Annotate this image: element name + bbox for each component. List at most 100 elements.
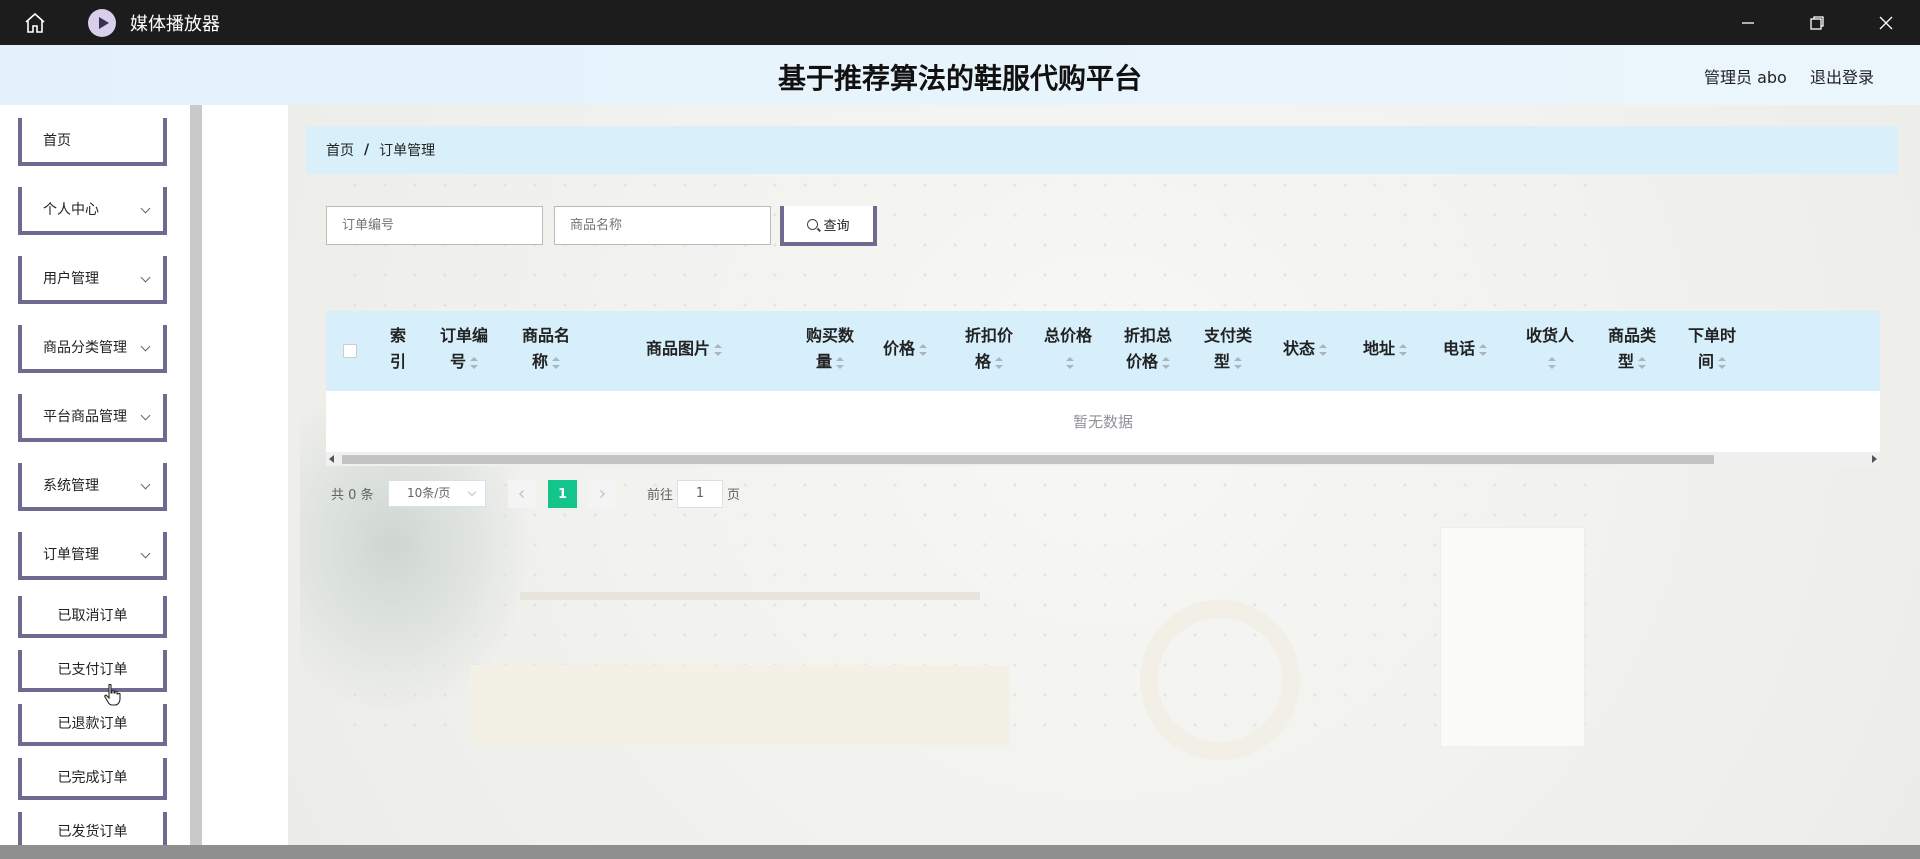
sidebar-subitem-cancelled-orders[interactable]: 已取消订单 [18,596,167,638]
column-header-address[interactable]: 地址 [1358,336,1412,362]
sort-icon[interactable] [1162,356,1170,369]
search-button-label: 查询 [823,218,850,234]
home-button[interactable] [0,0,70,45]
scroll-left-icon[interactable] [329,455,334,463]
sidebar-item-personal-center[interactable]: 个人中心 [18,187,167,235]
sidebar-subitem-refunded-orders[interactable]: 已退款订单 [18,704,167,746]
goto-page-input[interactable]: 1 [677,480,723,508]
sidebar-item-label: 系统管理 [43,478,99,494]
sort-icon[interactable] [470,356,478,369]
product-name-input[interactable] [554,206,771,245]
sidebar-item-order-management[interactable]: 订单管理 [18,532,167,580]
column-header-total-price[interactable]: 总价格 [1040,323,1096,375]
column-header-index: 索 引 [386,323,410,375]
column-header-line: 商品类 [1607,326,1656,345]
background-ring [1140,600,1300,760]
column-header-status[interactable]: 状态 [1278,336,1332,362]
breadcrumb-home[interactable]: 首页 [326,140,354,160]
sidebar-subitem-completed-orders[interactable]: 已完成订单 [18,758,167,800]
column-header-line: 总价格 [1043,326,1092,345]
sidebar-item-label: 订单管理 [43,547,99,563]
sort-icon[interactable] [714,343,722,356]
search-button[interactable]: 查询 [780,206,877,246]
column-header-line: 折扣总 [1123,326,1172,345]
sort-icon[interactable] [836,356,844,369]
table-header: 索 引 订单编 号 商品名 称 商品图片 购买数 量 价格 折扣价 格 总价格 [326,311,1880,391]
sort-icon[interactable] [1718,356,1726,369]
chevron-down-icon [140,272,151,283]
column-header-line: 索 [389,326,406,345]
breadcrumb-separator: / [364,142,370,158]
column-header-product-type[interactable]: 商品类 型 [1604,323,1660,375]
column-header-price[interactable]: 价格 [878,336,932,362]
column-header-payment-type[interactable]: 支付类 型 [1200,323,1256,375]
sort-icon[interactable] [1319,343,1327,356]
sort-icon[interactable] [919,343,927,356]
column-header-discount-total[interactable]: 折扣总 价格 [1118,323,1178,375]
sort-icon[interactable] [1638,356,1646,369]
sort-icon[interactable] [552,356,560,369]
column-header-line: 状态 [1282,339,1315,358]
restore-button[interactable] [1782,0,1851,45]
scrollbar-thumb[interactable] [342,455,1714,464]
logout-link[interactable]: 退出登录 [1810,64,1874,88]
empty-text: 暂无数据 [326,391,1880,451]
window-title: 媒体播放器 [130,13,220,35]
column-header-receiver[interactable]: 收货人 [1522,323,1578,375]
sort-icon[interactable] [995,356,1003,369]
sort-icon[interactable] [1066,356,1074,369]
sort-icon[interactable] [1234,356,1242,369]
chevron-left-icon [519,490,524,498]
column-header-product-name[interactable]: 商品名 称 [518,323,574,375]
column-header-line: 引 [389,352,406,371]
column-header-line: 订单编 [439,326,488,345]
scroll-right-icon[interactable] [1872,455,1877,463]
sidebar-item-category-management[interactable]: 商品分类管理 [18,325,167,373]
sort-icon[interactable] [1479,343,1487,356]
chevron-down-icon [140,479,151,490]
sidebar-item-home[interactable]: 首页 [18,118,167,166]
column-header-quantity[interactable]: 购买数 量 [802,323,858,375]
orders-table: 索 引 订单编 号 商品名 称 商品图片 购买数 量 价格 折扣价 格 总价格 [326,311,1880,466]
sort-icon[interactable] [1548,356,1556,369]
column-header-order-time[interactable]: 下单时 间 [1684,323,1740,375]
next-page-button[interactable] [588,480,616,508]
page-suffix: 页 [727,488,741,503]
chevron-right-icon [600,490,605,498]
sidebar-item-label: 个人中心 [43,202,99,218]
prev-page-button[interactable] [508,480,536,508]
goto-label: 前往 [647,488,674,503]
select-all-checkbox[interactable] [343,344,357,358]
chevron-down-icon [140,410,151,421]
order-number-input[interactable] [326,206,543,245]
column-header-line: 号 [449,352,466,371]
column-header-discount-price[interactable]: 折扣价 格 [961,323,1017,375]
column-header-phone[interactable]: 电话 [1438,336,1492,362]
search-icon [807,218,819,230]
sidebar-subitem-paid-orders[interactable]: 已支付订单 [18,650,167,692]
column-header-product-image[interactable]: 商品图片 [640,336,728,362]
close-button[interactable] [1851,0,1920,45]
page-number-current[interactable]: 1 [548,480,577,508]
admin-label: 管理员 abo [1704,68,1787,87]
page-size-select[interactable]: 10条/页 [388,480,486,507]
sidebar-scrollbar[interactable] [190,105,202,845]
home-icon [25,12,45,33]
column-header-line: 量 [815,352,832,371]
close-icon [1879,16,1892,29]
column-header-line: 支付类 [1203,326,1252,345]
column-header-line: 电话 [1442,339,1475,358]
column-header-line: 格 [974,352,991,371]
sidebar-item-user-management[interactable]: 用户管理 [18,256,167,304]
column-header-line: 商品图片 [645,339,710,358]
minimize-button[interactable] [1713,0,1782,45]
sidebar-item-product-management[interactable]: 平台商品管理 [18,394,167,442]
pagination-total: 共 0 条 [331,488,374,503]
column-header-order-no[interactable]: 订单编 号 [436,323,492,375]
column-header-line: 型 [1213,352,1230,371]
sidebar-item-label: 首页 [43,133,71,149]
sort-icon[interactable] [1399,343,1407,356]
horizontal-scrollbar[interactable] [326,452,1880,466]
column-header-line: 收货人 [1525,326,1574,345]
sidebar-item-system-management[interactable]: 系统管理 [18,463,167,511]
